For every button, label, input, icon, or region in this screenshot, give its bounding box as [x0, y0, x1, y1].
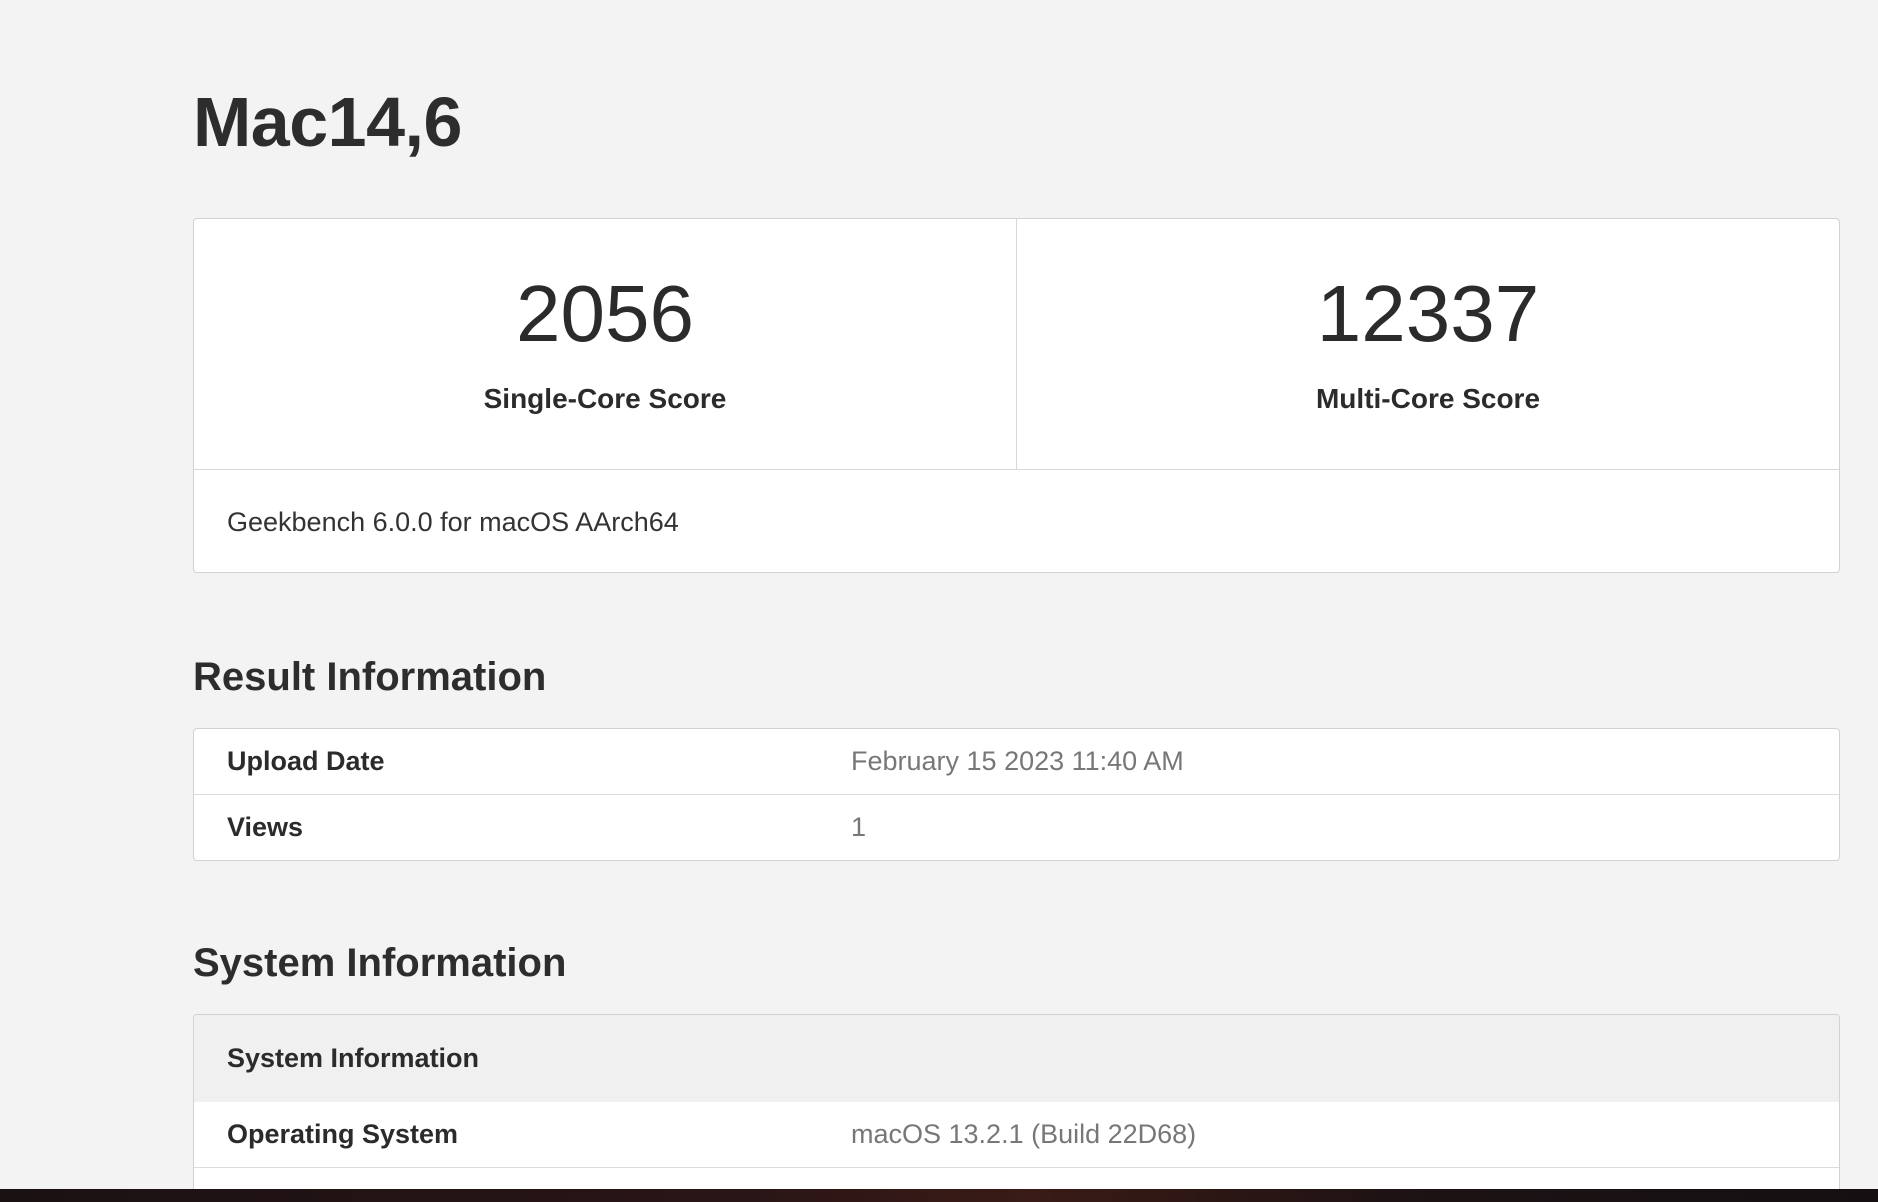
table-row: Operating System macOS 13.2.1 (Build 22D…: [194, 1102, 1839, 1168]
multi-core-score-value: 12337: [1316, 269, 1540, 358]
upload-date-value: February 15 2023 11:40 AM: [851, 746, 1184, 776]
table-row-partial: [194, 1168, 1839, 1189]
system-information-table: System Information Operating System macO…: [193, 1014, 1840, 1189]
system-information-table-header: System Information: [194, 1015, 1839, 1102]
result-information-table: Upload Date February 15 2023 11:40 AM Vi…: [193, 728, 1840, 861]
benchmark-version: Geekbench 6.0.0 for macOS AArch64: [227, 506, 679, 537]
single-core-score-label: Single-Core Score: [483, 383, 727, 414]
browser-page: Mac14,6 2056 Single-Core Score 12337 Mul…: [0, 0, 1878, 1189]
multi-core-score-cell: 12337 Multi-Core Score: [1016, 219, 1839, 469]
views-value: 1: [851, 812, 867, 842]
multi-core-score-label: Multi-Core Score: [1315, 383, 1541, 414]
views-label: Views: [227, 812, 304, 842]
single-core-score-cell: 2056 Single-Core Score: [194, 219, 1016, 469]
single-core-score-value: 2056: [516, 269, 694, 358]
table-row: Upload Date February 15 2023 11:40 AM: [194, 729, 1839, 795]
operating-system-label: Operating System: [227, 1119, 459, 1149]
scores-row: 2056 Single-Core Score 12337 Multi-Core …: [194, 219, 1839, 470]
page-title: Mac14,6: [193, 83, 462, 161]
result-information-heading: Result Information: [193, 655, 547, 699]
desktop-background-strip: [0, 1189, 1878, 1202]
score-card: 2056 Single-Core Score 12337 Multi-Core …: [193, 218, 1840, 573]
table-row: Views 1: [194, 795, 1839, 860]
system-information-heading: System Information: [193, 941, 567, 985]
operating-system-value: macOS 13.2.1 (Build 22D68): [851, 1119, 1197, 1149]
upload-date-label: Upload Date: [227, 746, 385, 776]
